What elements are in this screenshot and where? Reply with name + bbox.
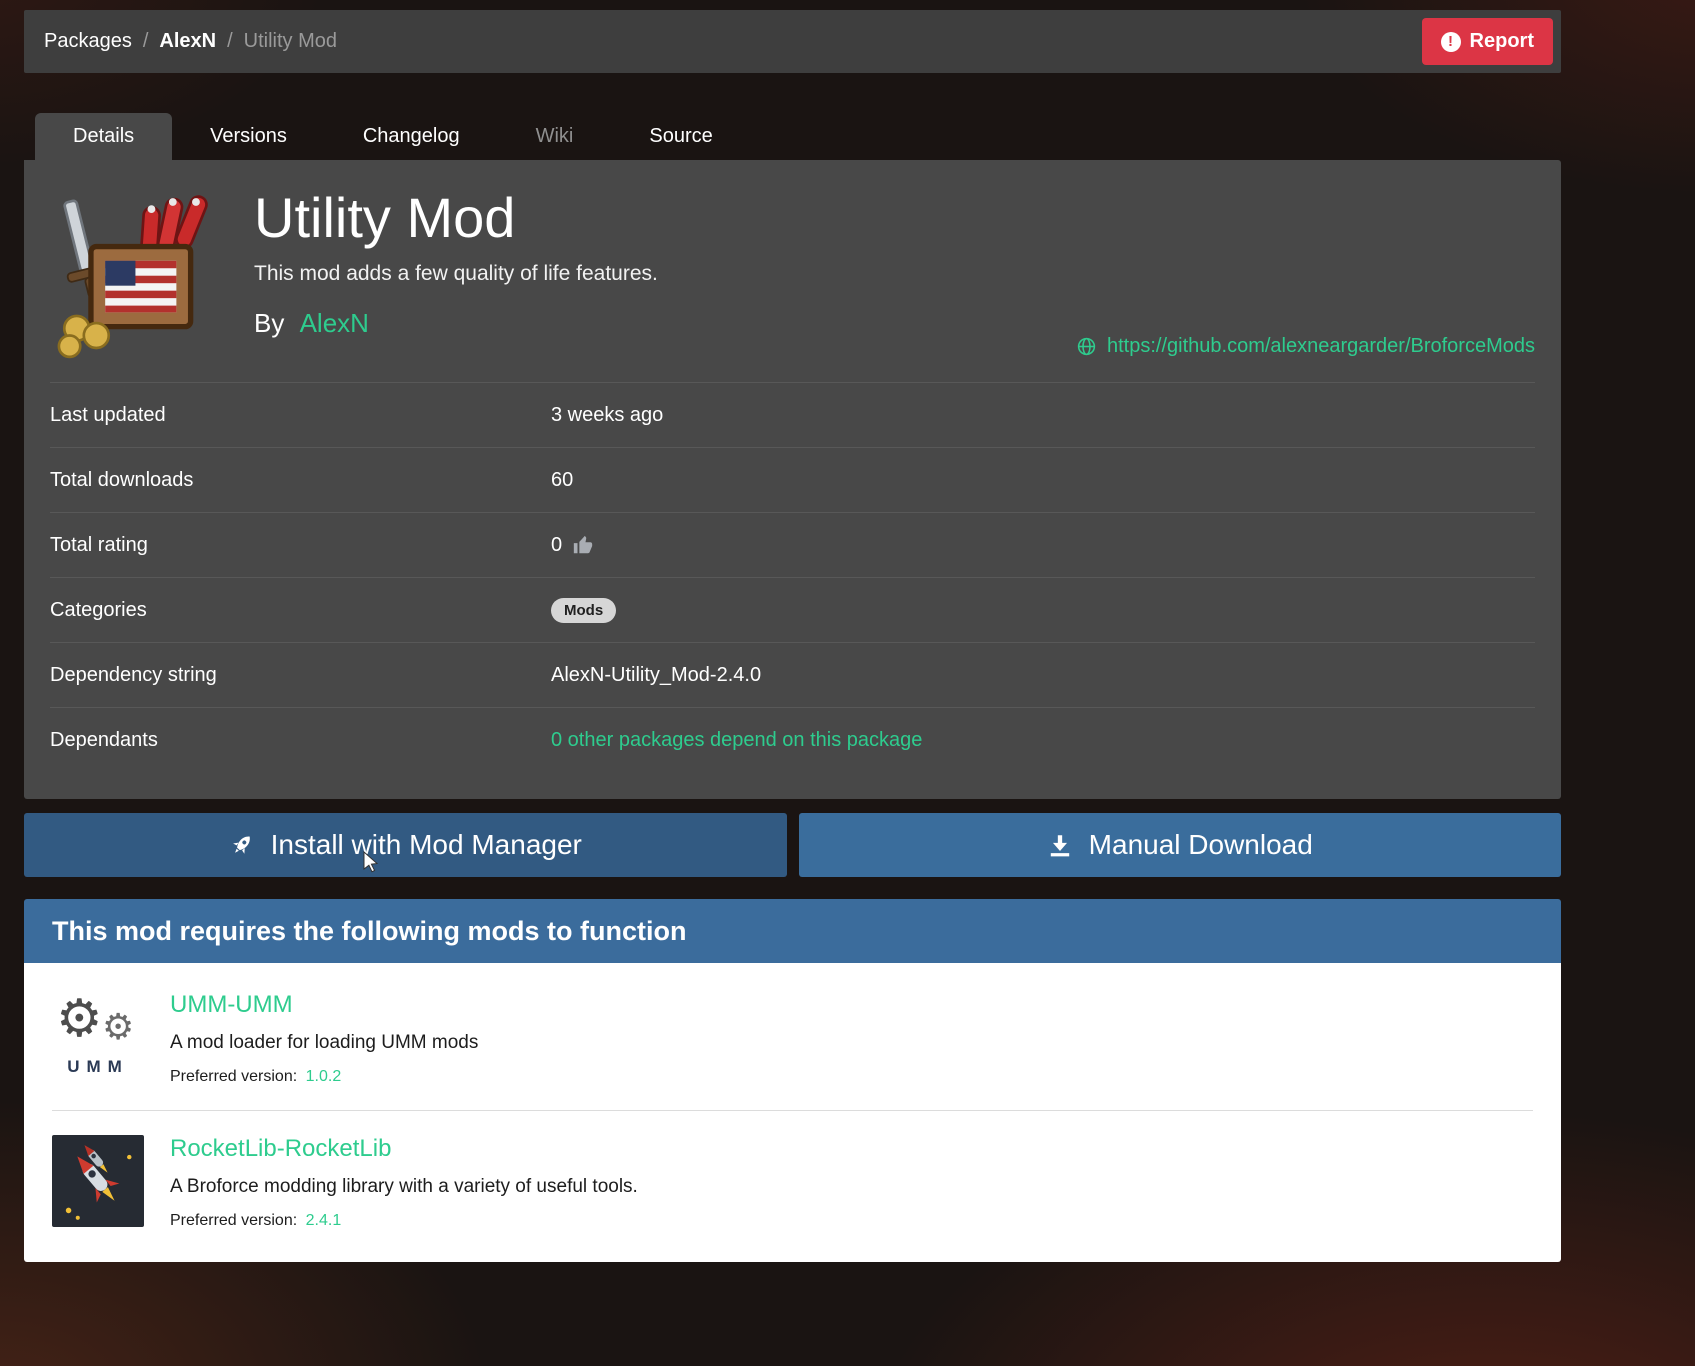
rating-count: 0 [551,534,562,557]
requires-heading-text: This mod requires the following mods to … [52,916,687,947]
table-row: Last updated 3 weeks ago [50,383,1535,448]
report-button-label: Report [1470,30,1534,53]
gear-icon: ⚙ [56,993,103,1045]
website-link[interactable]: https://github.com/alexneargarder/Brofor… [1076,335,1535,358]
row-label: Total rating [50,534,551,557]
breadcrumb-bar: Packages / AlexN / Utility Mod ! Report [24,10,1561,73]
dependency-info: UMM-UMM A mod loader for loading UMM mod… [170,991,478,1086]
dependency-description: A Broforce modding library with a variet… [170,1176,638,1198]
content-container: Packages / AlexN / Utility Mod ! Report … [24,10,1561,1262]
toolbox-artwork-icon [50,186,228,364]
page-background: Packages / AlexN / Utility Mod ! Report … [0,0,1695,1366]
categories-value: Mods [551,598,616,623]
install-button-label: Install with Mod Manager [271,829,582,861]
row-label: Dependency string [50,664,551,687]
preferred-version-label: Preferred version: [170,1212,297,1229]
dependency-info: RocketLib-RocketLib A Broforce modding l… [170,1135,638,1230]
dependencies-panel: ⚙ ⚙ UMM UMM-UMM A mod loader for loading… [24,963,1561,1262]
table-row: Categories Mods [50,578,1535,643]
breadcrumb-separator: / [143,30,149,53]
preferred-version: Preferred version: 2.4.1 [170,1212,638,1230]
breadcrumb: Packages / AlexN / Utility Mod [44,30,337,53]
preferred-version-link[interactable]: 2.4.1 [306,1212,342,1229]
website-url: https://github.com/alexneargarder/Brofor… [1107,335,1535,358]
manual-download-button[interactable]: Manual Download [799,813,1562,877]
rocket-icon [223,827,260,864]
tab-details[interactable]: Details [35,113,172,160]
by-label: By [254,308,284,338]
package-description: This mod adds a few quality of life feat… [254,262,658,286]
dependency-name-link[interactable]: UMM-UMM [170,991,478,1019]
preferred-version: Preferred version: 1.0.2 [170,1068,478,1086]
rocketlib-mod-icon [52,1135,144,1227]
package-tabs: Details Versions Changelog Wiki Source [24,113,1561,160]
row-label: Last updated [50,404,551,427]
gear-icon: ⚙ [102,1009,134,1045]
last-updated-value: 3 weeks ago [551,404,663,427]
table-row: Dependants 0 other packages depend on th… [50,708,1535,773]
package-icon [50,186,228,364]
exclamation-circle-icon: ! [1441,32,1461,52]
package-head-info: Utility Mod This mod adds a few quality … [254,186,658,364]
breadcrumb-separator: / [227,30,233,53]
umm-mod-icon: ⚙ ⚙ UMM [52,991,144,1083]
category-badge: Mods [551,598,616,623]
tab-wiki[interactable]: Wiki [498,113,612,160]
row-label: Categories [50,599,551,622]
package-byline: By AlexN [254,308,658,339]
dependency-name-link[interactable]: RocketLib-RocketLib [170,1135,638,1163]
page-title: Utility Mod [254,186,658,250]
dependency-description: A mod loader for loading UMM mods [170,1032,478,1054]
dependants-link[interactable]: 0 other packages depend on this package [551,729,922,752]
author-link[interactable]: AlexN [300,308,369,338]
list-item: ⚙ ⚙ UMM UMM-UMM A mod loader for loading… [52,967,1533,1111]
download-icon [1047,832,1073,858]
breadcrumb-author[interactable]: AlexN [159,30,216,53]
total-rating-value: 0 [551,534,594,557]
gears-icon: ⚙ ⚙ [52,991,144,1053]
tab-changelog[interactable]: Changelog [325,113,498,160]
table-row: Total rating 0 [50,513,1535,578]
tab-source[interactable]: Source [611,113,750,160]
globe-icon [1076,336,1097,357]
package-details-panel: Utility Mod This mod adds a few quality … [24,160,1561,799]
package-info-table: Last updated 3 weeks ago Total downloads… [50,382,1535,773]
rockets-icon [52,1135,144,1227]
table-row: Total downloads 60 [50,448,1535,513]
total-downloads-value: 60 [551,469,573,492]
umm-icon-letters: UMM [67,1057,129,1077]
list-item: RocketLib-RocketLib A Broforce modding l… [52,1111,1533,1254]
tab-versions[interactable]: Versions [172,113,325,160]
download-button-label: Manual Download [1089,829,1313,861]
breadcrumb-current-package: Utility Mod [244,30,337,53]
row-label: Total downloads [50,469,551,492]
table-row: Dependency string AlexN-Utility_Mod-2.4.… [50,643,1535,708]
package-header: Utility Mod This mod adds a few quality … [24,160,1561,374]
report-button[interactable]: ! Report [1422,18,1553,65]
requires-header: This mod requires the following mods to … [24,899,1561,963]
preferred-version-label: Preferred version: [170,1068,297,1085]
breadcrumb-packages[interactable]: Packages [44,30,132,53]
install-with-mod-manager-button[interactable]: Install with Mod Manager [24,813,787,877]
thumbs-up-icon [572,534,594,556]
dependency-string-value: AlexN-Utility_Mod-2.4.0 [551,664,761,687]
row-label: Dependants [50,729,551,752]
preferred-version-link[interactable]: 1.0.2 [306,1068,342,1085]
action-buttons: Install with Mod Manager Manual Download [24,813,1561,877]
